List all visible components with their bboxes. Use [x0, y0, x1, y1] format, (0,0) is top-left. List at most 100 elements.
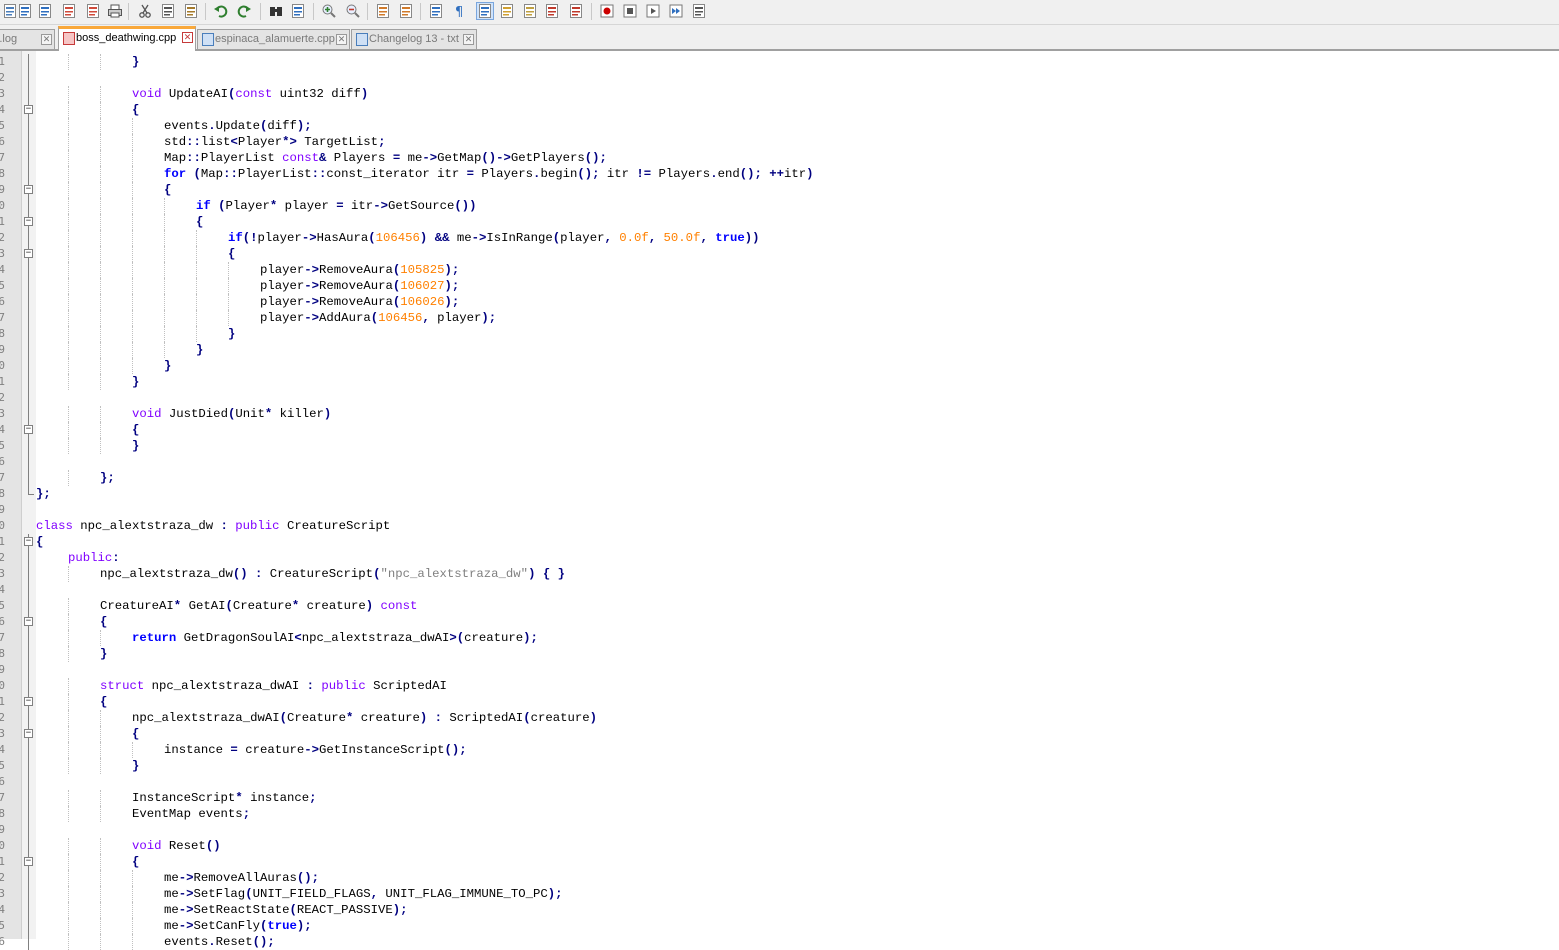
code-text[interactable]: CreatureAI* GetAI(Creature* creature) co… — [100, 598, 417, 614]
code-text[interactable]: { — [132, 726, 139, 742]
zoom-out-icon[interactable] — [345, 3, 361, 19]
code-text[interactable]: struct npc_alextstraza_dwAI : public Scr… — [100, 678, 447, 694]
code-text[interactable]: EventMap events; — [132, 806, 250, 822]
code-text[interactable]: events.Update(diff); — [164, 118, 312, 134]
code-text[interactable]: }; — [100, 470, 115, 486]
code-token: { — [196, 215, 204, 229]
new-file-icon[interactable] — [2, 3, 18, 19]
code-text[interactable]: InstanceScript* instance; — [132, 790, 317, 806]
fold-toggle-icon[interactable]: − — [24, 105, 33, 114]
function-list-icon[interactable] — [544, 3, 560, 19]
code-text[interactable]: if (Player* player = itr->GetSource()) — [196, 198, 477, 214]
fold-toggle-icon[interactable]: − — [24, 185, 33, 194]
code-text[interactable]: void JustDied(Unit* killer) — [132, 406, 331, 422]
code-text[interactable]: } — [196, 342, 203, 358]
code-text[interactable]: player->AddAura(106456, player); — [260, 310, 496, 326]
fold-toggle-icon[interactable]: − — [24, 857, 33, 866]
indent-guide — [132, 358, 133, 374]
code-text[interactable]: }; — [36, 486, 51, 502]
print-icon[interactable] — [107, 3, 123, 19]
redo-icon[interactable] — [236, 3, 252, 19]
code-text[interactable]: std::list<Player*> TargetList; — [164, 134, 385, 150]
code-text[interactable]: public: — [68, 550, 120, 566]
tab-close-icon[interactable]: ✕ — [336, 34, 347, 45]
document-map-icon[interactable] — [522, 3, 538, 19]
tab-close-icon[interactable]: ✕ — [182, 32, 193, 43]
sync-horizontal-icon[interactable] — [398, 3, 414, 19]
code-text[interactable]: { — [164, 182, 171, 198]
code-text[interactable]: npc_alextstraza_dw() : CreatureScript("n… — [100, 566, 565, 582]
zoom-in-icon[interactable] — [321, 3, 337, 19]
indent-guide — [196, 262, 197, 278]
code-text[interactable]: player->RemoveAura(106026); — [260, 294, 459, 310]
playback-macro-icon[interactable] — [645, 3, 661, 19]
code-text[interactable]: } — [228, 326, 235, 342]
code-text[interactable]: { — [228, 246, 235, 262]
code-text[interactable]: { — [132, 422, 139, 438]
tab-espinaca-alamuerte-cpp[interactable]: espinaca_alamuerte.cpp ✕ — [197, 29, 350, 50]
code-text[interactable]: if(!player->HasAura(106456) && me->IsInR… — [228, 230, 760, 246]
tab-changelog-13-txt[interactable]: Changelog 13 - txt ✕ — [351, 29, 477, 50]
code-text[interactable]: npc_alextstraza_dwAI(Creature* creature)… — [132, 710, 597, 726]
save-icon[interactable] — [17, 3, 33, 19]
code-text[interactable]: return GetDragonSoulAI<npc_alextstraza_d… — [132, 630, 538, 646]
user-language-icon[interactable] — [499, 3, 515, 19]
stop-record-icon[interactable] — [622, 3, 638, 19]
fold-toggle-icon[interactable]: − — [24, 217, 33, 226]
code-text[interactable]: } — [164, 358, 171, 374]
code-text[interactable]: me->SetFlag(UNIT_FIELD_FLAGS, UNIT_FLAG_… — [164, 886, 563, 902]
fold-toggle-icon[interactable]: − — [24, 249, 33, 258]
fold-toggle-icon[interactable]: − — [24, 425, 33, 434]
tab-close-icon[interactable]: ✕ — [41, 34, 52, 45]
code-text[interactable]: Map::PlayerList const& Players = me->Get… — [164, 150, 607, 166]
tab-boss-deathwing-cpp[interactable]: boss_deathwing.cpp ✕ — [58, 26, 196, 51]
code-text[interactable]: { — [100, 694, 107, 710]
record-macro-icon[interactable] — [599, 3, 615, 19]
fold-toggle-icon[interactable]: − — [24, 537, 33, 546]
code-text[interactable]: events.Reset(); — [164, 934, 275, 950]
code-text[interactable]: } — [132, 374, 139, 390]
code-text[interactable]: player->RemoveAura(106027); — [260, 278, 459, 294]
code-text[interactable]: for (Map::PlayerList::const_iterator itr… — [164, 166, 814, 182]
tab-nge-log[interactable]: nge.log ✕ — [0, 29, 55, 50]
fold-toggle-icon[interactable]: − — [24, 697, 33, 706]
close-icon[interactable] — [61, 3, 77, 19]
code-text[interactable]: instance = creature->GetInstanceScript()… — [164, 742, 467, 758]
code-text[interactable]: void UpdateAI(const uint32 diff) — [132, 86, 368, 102]
code-text[interactable]: { — [132, 102, 139, 118]
replace-icon[interactable] — [290, 3, 306, 19]
save-macro-icon[interactable] — [691, 3, 707, 19]
folder-workspace-icon[interactable] — [568, 3, 584, 19]
cut-icon[interactable] — [137, 3, 153, 19]
code-text[interactable]: } — [132, 758, 139, 774]
code-text[interactable]: class npc_alextstraza_dw : public Creatu… — [36, 518, 390, 534]
line-number: 56 — [0, 935, 5, 948]
close-all-icon[interactable] — [85, 3, 101, 19]
code-text[interactable]: void Reset() — [132, 838, 221, 854]
code-text[interactable]: { — [100, 614, 107, 630]
save-all-icon[interactable] — [37, 3, 53, 19]
code-text[interactable]: { — [36, 534, 43, 550]
code-text[interactable]: { — [196, 214, 203, 230]
copy-icon[interactable] — [160, 3, 176, 19]
code-editor[interactable]: 1} 2 3 void UpdateAI(const uint32 diff) 4−{5… — [0, 51, 1559, 950]
code-text[interactable]: } — [132, 438, 139, 454]
fold-toggle-icon[interactable]: − — [24, 729, 33, 738]
fold-toggle-icon[interactable]: − — [24, 617, 33, 626]
code-text[interactable]: } — [132, 54, 139, 70]
paste-icon[interactable] — [183, 3, 199, 19]
show-all-chars-icon[interactable]: ¶ — [452, 3, 468, 19]
code-text[interactable]: player->RemoveAura(105825); — [260, 262, 459, 278]
code-text[interactable]: me->RemoveAllAuras(); — [164, 870, 319, 886]
run-macro-multiple-icon[interactable] — [668, 3, 684, 19]
code-text[interactable]: me->SetReactState(REACT_PASSIVE); — [164, 902, 408, 918]
code-text[interactable]: } — [100, 646, 107, 662]
find-icon[interactable] — [268, 3, 284, 19]
word-wrap-icon[interactable] — [428, 3, 444, 19]
code-text[interactable]: { — [132, 854, 139, 870]
sync-vertical-icon[interactable] — [375, 3, 391, 19]
code-text[interactable]: me->SetCanFly(true); — [164, 918, 312, 934]
indent-guide-icon[interactable] — [476, 2, 494, 20]
undo-icon[interactable] — [213, 3, 229, 19]
tab-close-icon[interactable]: ✕ — [463, 34, 474, 45]
